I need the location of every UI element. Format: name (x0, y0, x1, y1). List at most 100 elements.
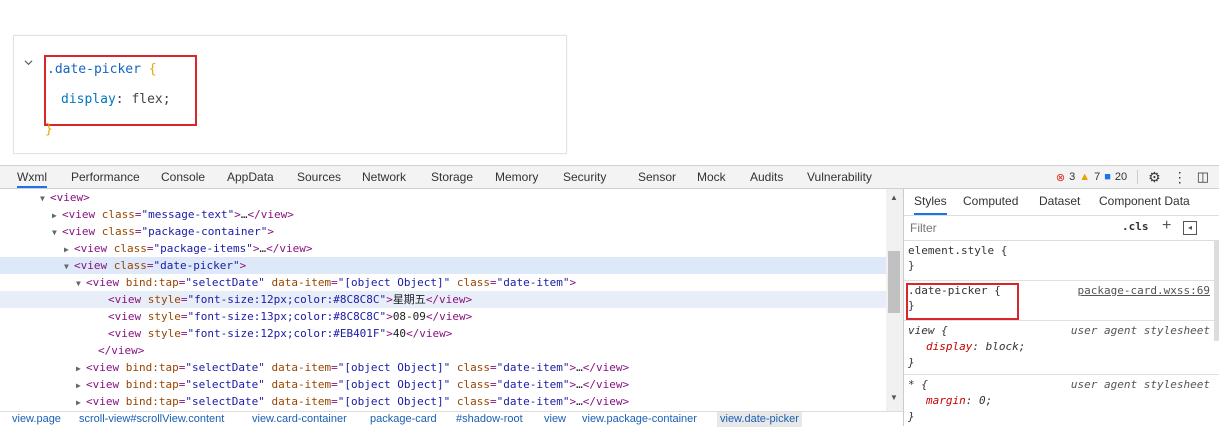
tree-node[interactable]: <view style="font-size:12px;color:#EB401… (0, 325, 886, 342)
tab-vulnerability[interactable]: Vulnerability (807, 166, 872, 188)
new-rule-button[interactable]: + (1162, 217, 1171, 235)
rule-selector[interactable]: * { (908, 378, 928, 391)
tree-token-aval: "package-items" (153, 242, 253, 255)
tree-token-tag: </view> (582, 378, 630, 391)
rule-declaration[interactable]: margin: 0; (926, 394, 992, 407)
tab-mock[interactable]: Mock (697, 166, 726, 188)
tab-sensor[interactable]: Sensor (638, 166, 676, 188)
tree-token-aval: "date-item" (496, 361, 570, 374)
tree-token-tag: </view> (266, 242, 313, 255)
tab-sources[interactable]: Sources (297, 166, 341, 188)
status-area: ⊗ 3 ▲ 7 ■ 20 ⚙ ⋮ ◫ (1056, 166, 1209, 188)
tree-token-tag: = (331, 361, 338, 374)
tab-memory[interactable]: Memory (495, 166, 538, 188)
tree-node[interactable]: </view> (0, 342, 886, 359)
tab-security[interactable]: Security (563, 166, 606, 188)
tree-token-tag: = (180, 293, 188, 306)
error-icon[interactable]: ⊗ (1056, 171, 1065, 184)
tree-node[interactable]: ▼ <view bind:tap="selectDate" data-item="… (0, 274, 886, 291)
tab-audits[interactable]: Audits (750, 166, 783, 188)
tree-node[interactable]: ▼ <view> (0, 189, 886, 206)
tree-token-txt: 星期五 (392, 293, 426, 306)
rule-source-link[interactable]: package-card.wxss:69 (1078, 284, 1210, 297)
tree-node[interactable]: <view style="font-size:12px;color:#8C8C8… (0, 291, 886, 308)
tree-node[interactable]: ▼ <view class="package-container"> (0, 223, 886, 240)
scroll-up-icon[interactable]: ▲ (890, 193, 898, 202)
warning-count[interactable]: 7 (1094, 171, 1100, 183)
tree-token-aval: "message-text" (141, 208, 235, 221)
tab-performance[interactable]: Performance (71, 166, 140, 188)
tree-node-content: ▶ <view class="package-items">…</view> (64, 242, 312, 255)
toggle-sidebar-icon[interactable]: ◂ (1183, 221, 1197, 235)
tab-component-data[interactable]: Component Data (1099, 194, 1190, 208)
error-count[interactable]: 3 (1069, 171, 1075, 183)
tree-token-tag: > (386, 327, 393, 340)
tab-console[interactable]: Console (161, 166, 205, 188)
tree-token-aval: "selectDate" (185, 378, 265, 391)
expand-triangle-icon[interactable]: ▶ (52, 207, 62, 224)
tree-node-content: <view style="font-size:12px;color:#8C8C8… (98, 293, 472, 306)
tree-node[interactable]: ▼ <view class="date-picker"> (0, 257, 886, 274)
info-count[interactable]: 20 (1115, 171, 1127, 183)
scrollbar-thumb[interactable] (888, 251, 900, 313)
warning-icon[interactable]: ▲ (1079, 171, 1090, 183)
collapse-triangle-icon[interactable]: ▼ (52, 224, 62, 241)
style-rule-element: element.style { } (904, 242, 1219, 281)
tab-dataset[interactable]: Dataset (1039, 194, 1080, 208)
collapse-triangle-icon[interactable]: ▼ (64, 258, 74, 275)
rule-selector[interactable]: view { (908, 324, 948, 337)
wxml-element-tree: ▼ <view> ▶ <view class="message-text">…</vi… (0, 189, 886, 411)
gear-icon[interactable]: ⚙ (1148, 169, 1161, 186)
tree-token-tag: = (134, 225, 142, 238)
snippet-declaration: display: flex; (61, 92, 171, 107)
tab-network[interactable]: Network (362, 166, 406, 188)
scroll-down-icon[interactable]: ▼ (890, 393, 898, 402)
tree-token-tag: </view> (425, 293, 473, 306)
tree-node-content: <view style="font-size:13px;color:#8C8C8… (98, 310, 472, 323)
styles-scrollbar[interactable] (1214, 241, 1219, 341)
more-menu-icon[interactable]: ⋮ (1173, 169, 1187, 186)
tree-token-tag: = (331, 378, 338, 391)
tree-node[interactable]: <view style="font-size:13px;color:#8C8C8… (0, 308, 886, 325)
tree-token-tag: > (239, 259, 247, 272)
tree-node[interactable]: ▶ <view bind:tap="selectDate" data-item="… (0, 376, 886, 393)
collapse-triangle-icon[interactable]: ▼ (76, 275, 86, 292)
snippet-selector: .date-picker (47, 62, 141, 77)
cls-toggle-button[interactable]: .cls (1122, 220, 1149, 233)
tree-node[interactable]: ▶ <view class="message-text">…</view> (0, 206, 886, 223)
highlight-box (906, 283, 1019, 320)
snippet-colon: : (115, 92, 124, 107)
expand-triangle-icon[interactable]: ▶ (76, 394, 86, 411)
rule-declaration[interactable]: display: block; (926, 340, 1025, 353)
tree-token-tag: = (134, 208, 142, 221)
tree-token-tag: = (490, 395, 497, 408)
tab-storage[interactable]: Storage (431, 166, 473, 188)
expand-triangle-icon[interactable]: ▶ (64, 241, 74, 258)
decl-value: block; (985, 340, 1026, 353)
styles-filter-input[interactable] (908, 219, 1092, 237)
tree-token-attr: bind:tap (125, 395, 179, 408)
tab-styles[interactable]: Styles (914, 194, 947, 215)
rule-selector[interactable]: element.style { (908, 244, 1007, 257)
chevron-down-icon[interactable] (24, 58, 33, 67)
rule-source: user agent stylesheet (1070, 324, 1210, 337)
expand-triangle-icon[interactable]: ▶ (76, 360, 86, 377)
snippet-semicolon: ; (162, 92, 171, 107)
tab-appdata[interactable]: AppData (227, 166, 274, 188)
tab-wxml[interactable]: Wxml (17, 166, 47, 188)
tree-scrollbar[interactable]: ▲ ▼ (886, 189, 903, 411)
tree-token-attr: class (113, 259, 147, 272)
tab-computed[interactable]: Computed (963, 194, 1018, 208)
tree-token-attr: style (147, 327, 181, 340)
tree-token-tag: = (331, 276, 338, 289)
tree-token-aval: "[object Object]" (337, 395, 451, 408)
tree-node[interactable]: ▶ <view bind:tap="selectDate" data-item="… (0, 393, 886, 410)
tree-token-attr: data-item (271, 378, 332, 391)
expand-triangle-icon[interactable]: ▶ (76, 377, 86, 394)
tree-node[interactable]: ▶ <view class="package-items">…</view> (0, 240, 886, 257)
message-icon[interactable]: ■ (1104, 171, 1111, 183)
tree-node[interactable]: ▶ <view bind:tap="selectDate" data-item="… (0, 359, 886, 376)
dock-icon[interactable]: ◫ (1197, 169, 1209, 185)
collapse-triangle-icon[interactable]: ▼ (40, 190, 50, 207)
tree-token-tag: </view> (98, 344, 145, 357)
